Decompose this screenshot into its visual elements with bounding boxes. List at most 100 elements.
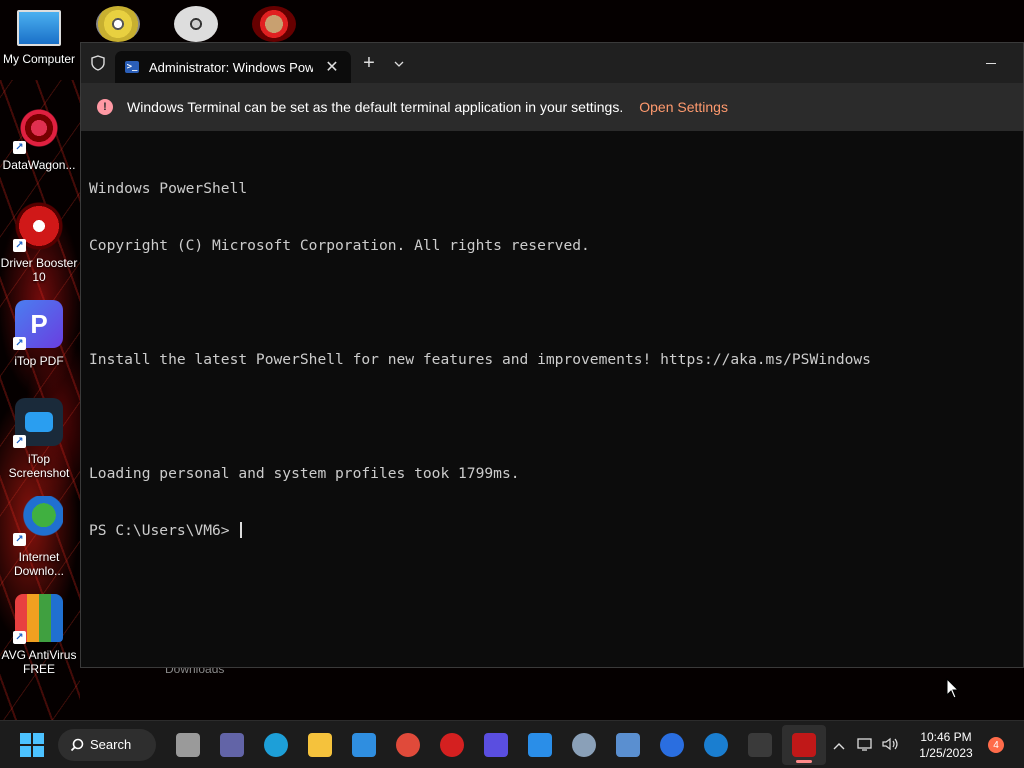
text-cursor — [240, 522, 243, 538]
taskbar-app-settings[interactable] — [562, 725, 606, 765]
shortcut-arrow-icon: ↗ — [13, 435, 26, 448]
taskbar-app-edge[interactable] — [254, 725, 298, 765]
itop-screenshot-icon — [528, 732, 552, 757]
volume-icon[interactable] — [878, 737, 904, 754]
itop-pdf-icon: P ↗ — [13, 300, 63, 350]
globe-download-icon: ↗ — [13, 496, 63, 546]
taskbar-app-photo-viewer[interactable] — [606, 725, 650, 765]
info-icon: ! — [97, 99, 113, 115]
close-tab-icon[interactable]: ✕ — [323, 57, 341, 77]
settings-icon — [572, 732, 596, 757]
terminal-window[interactable]: >_ Administrator: Windows PowerShell ✕ +… — [80, 42, 1024, 668]
desktop-icon-itop-pdf[interactable]: P ↗ iTop PDF — [0, 300, 78, 368]
tab-powershell[interactable]: >_ Administrator: Windows PowerShell ✕ — [115, 51, 351, 83]
desktop-icon-datawagon[interactable]: ↗ DataWagon... — [0, 104, 78, 172]
mouse-pointer-icon — [946, 677, 960, 705]
desktop-icon-driver-booster[interactable]: ↗ Driver Booster 10 — [0, 202, 78, 284]
shortcut-arrow-icon: ↗ — [13, 141, 26, 154]
console-output[interactable]: Windows PowerShell Copyright (C) Microso… — [81, 131, 1023, 588]
taskbar-apps — [166, 724, 826, 765]
taskbar-app-vpn-shield[interactable] — [650, 725, 694, 765]
desktop-icon-label: iTop Screenshot — [8, 452, 70, 480]
taskbar-app-teams-chat[interactable] — [210, 725, 254, 765]
minimize-button[interactable] — [981, 53, 1001, 73]
taskbar-app-task-view[interactable] — [166, 725, 210, 765]
itop-pdf-icon — [484, 732, 508, 757]
desktop-icon-label: Internet Downlo... — [13, 550, 65, 578]
shortcut-arrow-icon: ↗ — [13, 631, 26, 644]
taskbar: Search 10:46 PM 1/25/2023 4 — [0, 720, 1024, 768]
microsoft-store-icon — [352, 732, 376, 757]
system-tray: 10:46 PM 1/25/2023 4 — [826, 721, 1024, 768]
taskbar-app-driver-booster[interactable] — [430, 725, 474, 765]
taskbar-app-ccleaner[interactable] — [694, 725, 738, 765]
network-icon[interactable] — [852, 737, 878, 754]
taskbar-search-button[interactable]: Search — [58, 728, 156, 761]
desktop-icon-itop-screenshot[interactable]: ↗ iTop Screenshot — [0, 398, 78, 480]
powershell-icon: >_ — [125, 61, 139, 73]
driver-booster-icon: ↗ — [13, 202, 63, 252]
camera-icon: ↗ — [13, 398, 63, 448]
vpn-shield-icon — [660, 732, 684, 757]
console-line: Windows PowerShell — [89, 180, 248, 197]
chevron-down-icon[interactable] — [387, 54, 411, 72]
title-bar[interactable]: >_ Administrator: Windows PowerShell ✕ + — [81, 43, 1023, 83]
prompt-text: PS C:\Users\VM6> — [89, 522, 239, 539]
file-explorer-icon — [308, 732, 332, 757]
mcafee-icon — [792, 732, 816, 757]
desktop-icon-avg-antivirus[interactable]: ↗ AVG AntiVirus FREE — [0, 594, 78, 676]
avg-icon: ↗ — [13, 594, 63, 644]
clock[interactable]: 10:46 PM 1/25/2023 — [910, 729, 982, 761]
cd-burner-icon[interactable] — [96, 6, 140, 42]
console-line: Copyright (C) Microsoft Corporation. All… — [89, 237, 590, 254]
console-line: Loading personal and system profiles too… — [89, 465, 520, 482]
terminal-icon — [748, 732, 772, 757]
desktop-icon-label: DataWagon... — [2, 158, 76, 172]
taskbar-app-microsoft-store[interactable] — [342, 725, 386, 765]
search-label: Search — [90, 737, 132, 752]
no-sign-icon[interactable] — [252, 6, 296, 42]
desktop-icon-my-computer[interactable]: My Computer — [0, 10, 78, 66]
top-desktop-icons — [96, 6, 296, 42]
taskbar-app-terminal[interactable] — [738, 725, 782, 765]
taskbar-app-itop-pdf[interactable] — [474, 725, 518, 765]
taskbar-app-chrome[interactable] — [386, 725, 430, 765]
chrome-icon — [396, 732, 420, 757]
desktop-icon-internet-download-manager[interactable]: ↗ Internet Downlo... — [0, 496, 78, 578]
admin-shield-icon — [81, 43, 115, 83]
task-view-icon — [176, 732, 200, 757]
photo-viewer-icon — [616, 732, 640, 757]
taskbar-app-mcafee[interactable] — [782, 724, 826, 765]
console-line: Install the latest PowerShell for new fe… — [89, 351, 871, 368]
desktop-icon-label: Driver Booster 10 — [0, 256, 78, 284]
desktop-icon-label: My Computer — [2, 52, 76, 66]
chevron-up-icon[interactable] — [826, 737, 852, 753]
default-terminal-infobar: ! Windows Terminal can be set as the def… — [81, 83, 1023, 131]
edge-icon — [264, 732, 288, 757]
shortcut-arrow-icon: ↗ — [13, 337, 26, 350]
search-icon — [70, 738, 84, 751]
monitor-icon — [17, 10, 61, 46]
teams-chat-icon — [220, 732, 244, 757]
shortcut-arrow-icon: ↗ — [13, 533, 26, 546]
taskbar-app-file-explorer[interactable] — [298, 725, 342, 765]
new-tab-button[interactable]: + — [351, 52, 387, 75]
taskbar-app-itop-screenshot[interactable] — [518, 725, 562, 765]
desktop-icon-label: AVG AntiVirus FREE — [1, 648, 77, 676]
infobar-message: Windows Terminal can be set as the defau… — [127, 99, 624, 115]
driver-booster-icon — [440, 732, 464, 757]
desktop-icon-label: iTop PDF — [14, 354, 64, 368]
film-reel-icon[interactable] — [174, 6, 218, 42]
clock-time: 10:46 PM — [920, 730, 972, 744]
prompt-line[interactable]: PS C:\Users\VM6> — [89, 521, 1015, 540]
shortcut-arrow-icon: ↗ — [13, 239, 26, 252]
open-settings-link[interactable]: Open Settings — [639, 99, 728, 115]
clock-date: 1/25/2023 — [919, 746, 973, 760]
ccleaner-icon — [704, 732, 728, 757]
datawagon-icon: ↗ — [13, 104, 63, 154]
windows-start-icon[interactable] — [20, 732, 44, 757]
tab-title: Administrator: Windows PowerShell — [149, 59, 313, 75]
notification-badge[interactable]: 4 — [988, 737, 1004, 753]
